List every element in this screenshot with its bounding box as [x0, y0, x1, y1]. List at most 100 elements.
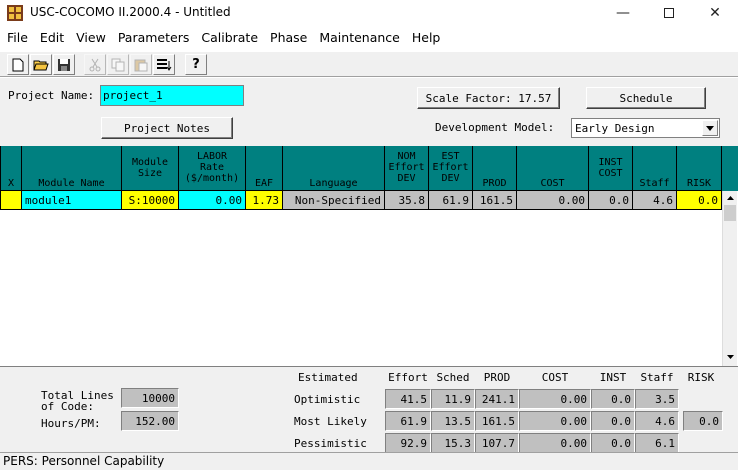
chevron-down-icon: [706, 125, 714, 131]
header-inst-cost-line1: INST: [598, 156, 623, 168]
minimize-button[interactable]: —: [600, 0, 646, 26]
toolbar: ?: [0, 51, 738, 77]
summary-header-cost: COST: [541, 371, 569, 384]
help-icon[interactable]: ?: [185, 54, 207, 75]
vertical-scrollbar[interactable]: [722, 191, 737, 366]
hours-pm-label: Hours/PM:: [41, 417, 101, 430]
paste-icon[interactable]: [130, 54, 152, 75]
optimistic-inst: 0.0: [591, 389, 635, 409]
summary-row-label-optimistic: Optimistic: [294, 393, 361, 406]
header-module-size-line2: Size: [137, 167, 163, 179]
save-disk-icon[interactable]: [53, 54, 75, 75]
most-likely-risk: 0.0: [683, 411, 723, 431]
header-nom-effort-line2: Effort: [388, 162, 425, 173]
module-grid-body[interactable]: [0, 210, 722, 366]
close-button[interactable]: ✕: [692, 0, 738, 26]
header-x: X: [0, 146, 22, 191]
header-nom-effort-line1: NOM: [397, 151, 416, 162]
most-likely-staff: 4.6: [635, 411, 679, 431]
cell-est-effort: 61.9: [429, 191, 473, 210]
header-module-name: Module Name: [22, 146, 122, 191]
optimistic-effort: 41.5: [385, 389, 431, 409]
summary-header-sched: Sched: [436, 371, 470, 384]
summary-header-staff: Staff: [640, 371, 674, 384]
optimistic-cost: 0.00: [519, 389, 591, 409]
header-prod: PROD: [473, 146, 517, 191]
summary-header-prod: PROD: [483, 371, 511, 384]
project-name-field[interactable]: project_1: [100, 85, 244, 106]
summary-header-effort: Effort: [388, 371, 428, 384]
menu-phase[interactable]: Phase: [263, 30, 312, 45]
header-labor-rate-line2: Rate: [199, 162, 225, 173]
header-est-effort: EST Effort DEV: [429, 146, 473, 191]
header-staff: Staff: [633, 146, 677, 191]
header-eaf: EAF: [246, 146, 283, 191]
menu-file[interactable]: File: [0, 30, 33, 45]
most-likely-prod: 161.5: [475, 411, 519, 431]
pessimistic-prod: 107.7: [475, 433, 519, 453]
menu-calibrate[interactable]: Calibrate: [194, 30, 263, 45]
scroll-thumb[interactable]: [724, 205, 736, 221]
summary-header-inst: INST: [599, 371, 627, 384]
cell-labor-rate[interactable]: 0.00: [179, 191, 246, 210]
summary-header-risk: RISK: [687, 371, 715, 384]
cell-cost: 0.00: [517, 191, 589, 210]
cell-risk[interactable]: 0.0: [677, 191, 722, 210]
menu-help[interactable]: Help: [405, 30, 446, 45]
header-nom-effort: NOM Effort DEV: [385, 146, 429, 191]
pessimistic-staff: 6.1: [635, 433, 679, 453]
menu-parameters[interactable]: Parameters: [111, 30, 195, 45]
project-name-label: Project Name:: [8, 89, 95, 102]
optimistic-sched: 11.9: [431, 389, 475, 409]
project-notes-button[interactable]: Project Notes: [101, 117, 233, 139]
total-lines-label: Total Lines of Code:: [41, 389, 114, 413]
header-nom-effort-line3: DEV: [397, 173, 416, 184]
maximize-button[interactable]: [646, 0, 692, 26]
close-icon: ✕: [709, 5, 721, 21]
cell-x[interactable]: [0, 191, 22, 210]
open-folder-icon[interactable]: [30, 54, 52, 75]
cell-staff: 4.6: [633, 191, 677, 210]
development-model-label: Development Model:: [435, 121, 555, 134]
cell-eaf[interactable]: 1.73: [246, 191, 283, 210]
cell-module-name[interactable]: module1: [22, 191, 122, 210]
copy-icon[interactable]: [107, 54, 129, 75]
total-lines-value: 10000: [121, 388, 179, 408]
new-document-icon[interactable]: [7, 54, 29, 75]
scroll-up-icon[interactable]: [725, 193, 735, 203]
development-model-select[interactable]: Early Design: [571, 118, 720, 138]
cell-language[interactable]: Non-Specified: [283, 191, 385, 210]
status-bar: PERS: Personnel Capability: [0, 452, 738, 470]
dropdown-button[interactable]: [702, 120, 718, 136]
module-grid-header: X Module Name Module Size LABOR Rate ($/…: [0, 146, 738, 191]
header-cost: COST: [517, 146, 589, 191]
most-likely-cost: 0.00: [519, 411, 591, 431]
insert-module-icon[interactable]: [153, 54, 175, 75]
header-est-effort-line1: EST: [441, 151, 460, 162]
header-labor-rate-line3: ($/month): [184, 173, 240, 184]
header-est-effort-line3: DEV: [441, 173, 460, 184]
menu-bar: File Edit View Parameters Calibrate Phas…: [0, 27, 738, 47]
header-labor-rate: LABOR Rate ($/month): [179, 146, 246, 191]
cell-inst-cost: 0.0: [589, 191, 633, 210]
header-risk: RISK: [677, 146, 722, 191]
cell-module-size[interactable]: S:10000: [122, 191, 179, 210]
header-module-size: Module Size: [122, 146, 179, 191]
window-title: USC-COCOMO II.2000.4 - Untitled: [30, 5, 231, 19]
hours-pm-value[interactable]: 152.00: [121, 411, 179, 431]
summary-panel: Total Lines of Code: 10000 Hours/PM: 152…: [0, 366, 738, 453]
scroll-down-icon[interactable]: [725, 352, 735, 362]
schedule-button[interactable]: Schedule: [586, 87, 706, 109]
menu-maintenance[interactable]: Maintenance: [312, 30, 405, 45]
menu-edit[interactable]: Edit: [33, 30, 69, 45]
optimistic-prod: 241.1: [475, 389, 519, 409]
header-module-size-line1: Module: [131, 156, 169, 168]
scale-factor-button[interactable]: Scale Factor: 17.57: [417, 87, 560, 109]
summary-row-label-pessimistic: Pessimistic: [294, 437, 367, 450]
menu-view[interactable]: View: [69, 30, 111, 45]
cell-nom-effort: 35.8: [385, 191, 429, 210]
most-likely-effort: 61.9: [385, 411, 431, 431]
minimize-icon: —: [616, 5, 630, 21]
cut-icon[interactable]: [84, 54, 106, 75]
development-model-value: Early Design: [575, 122, 655, 135]
